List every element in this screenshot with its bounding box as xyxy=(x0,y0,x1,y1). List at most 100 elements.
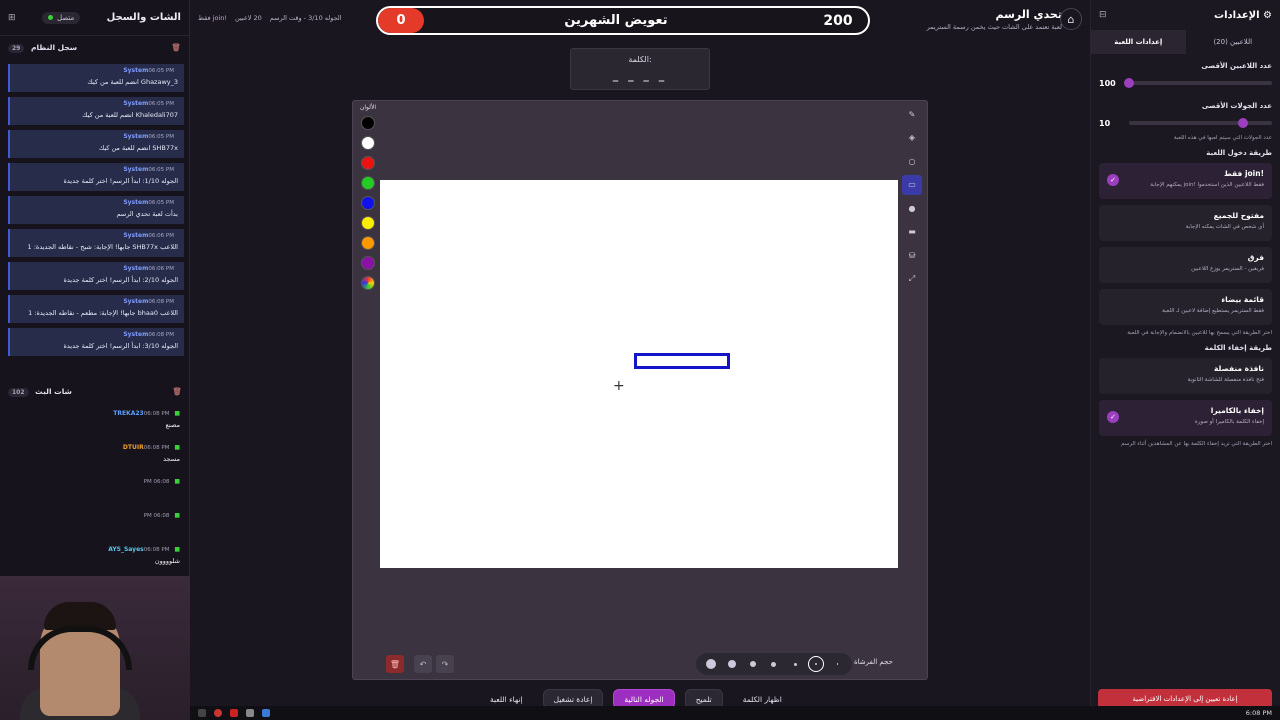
clock: 6:08 PM xyxy=(1245,709,1272,717)
brush-size-min[interactable] xyxy=(829,656,845,672)
left-panel-header: ⊞ متصل الشات والسجل xyxy=(0,0,189,36)
setting-option[interactable]: إخفاء بالكاميرا إخفاء الكلمة بالكاميرا أو… xyxy=(1099,400,1272,436)
round-info: الجوله 3/10 - وقت الرسم 20 لاعبين !join … xyxy=(198,14,342,22)
redo-icon[interactable]: ↷ xyxy=(436,655,454,673)
broadcast-chat-list[interactable]: ■ TREKA2306:08 PM مصنع ■ DTUIR06:08 PM مسجد… xyxy=(0,408,190,578)
pencil-icon[interactable]: ✎ xyxy=(902,104,922,124)
app-icon[interactable] xyxy=(262,709,270,717)
setting-option[interactable]: مفتوح للجميع أي شخص في الشات يمكنه الإجاب… xyxy=(1099,205,1272,241)
crosshair-cursor-icon: + xyxy=(613,378,625,394)
setting-option[interactable]: فرق فريقين - الستريمر يوزع اللاعبين xyxy=(1099,247,1272,283)
round-status: الجوله 3/10 - وقت الرسم xyxy=(269,14,342,22)
color-swatch[interactable] xyxy=(361,236,375,250)
system-log-message: System06:08 PM اللاعب bhaa0 جابها! الإجاب… xyxy=(8,295,184,323)
colors-label: الألوان xyxy=(359,104,377,111)
brush-size-sm[interactable] xyxy=(766,656,782,672)
settings-header: ⊟ الإعدادات ⚙ xyxy=(1091,0,1280,30)
max-rounds-hint: عدد الجولات التي سيتم لعبها في هذه اللعب… xyxy=(1173,135,1272,141)
max-players-value: 100 xyxy=(1099,78,1116,88)
color-swatch[interactable] xyxy=(361,116,375,130)
tab-players[interactable]: اللاعبين (20) xyxy=(1186,30,1280,54)
score-bar: 0 تعويض الشهرين 200 xyxy=(376,6,870,35)
chat-message: ■ AYS_Sayes06:08 PM شلوووون xyxy=(108,546,180,565)
game-header: تحدي الرسم لعبة تعتمد على الشات حيث يخمن… xyxy=(927,8,1062,31)
color-palette: الألوان xyxy=(356,104,380,296)
brush-size-selected[interactable] xyxy=(808,656,825,672)
slider-thumb[interactable] xyxy=(1124,78,1134,88)
setting-option[interactable]: !join فقط فقط اللاعبين الذين استخدموا !jo… xyxy=(1099,163,1272,199)
color-swatch[interactable] xyxy=(361,156,375,170)
entry-hint: اختر الطريقة التي يسمح بها للاعبين بالان… xyxy=(1127,330,1272,336)
hide-method-label: طريقة إخفاء الكلمة xyxy=(1204,344,1272,352)
panel-toggle-icon[interactable]: ⊟ xyxy=(1099,10,1107,20)
trash-icon[interactable]: 🗑 xyxy=(171,43,181,52)
broadcast-chat-title: شات البث xyxy=(35,386,72,396)
max-players-slider[interactable] xyxy=(1124,78,1272,88)
check-icon: ✓ xyxy=(1107,411,1119,423)
circle-tool-icon[interactable]: ○ xyxy=(902,151,922,171)
drawing-canvas[interactable]: + xyxy=(380,180,898,568)
webcam-overlay xyxy=(0,576,190,720)
connection-badge: متصل xyxy=(41,11,81,24)
eraser-icon[interactable]: ◈ xyxy=(902,128,922,148)
app-icon[interactable] xyxy=(198,709,206,717)
rectangle-tool-icon[interactable]: ▭ xyxy=(902,174,922,195)
system-log-message: System06:05 PM الجوله 1/10: ابدأ الرسم! ا… xyxy=(8,163,184,191)
fill-bucket-icon[interactable]: ⛁ xyxy=(902,245,922,265)
broadcast-chat-header: 🗑 شات البث 102 xyxy=(0,380,190,402)
canvas-controls: 🗑 ↶ ↷ حجم الفرشاة xyxy=(384,653,924,675)
broadcast-chat-count: 102 xyxy=(8,387,29,397)
app-icon[interactable] xyxy=(214,709,222,717)
home-icon[interactable]: ⌂ xyxy=(1060,8,1082,30)
clear-canvas-icon[interactable]: 🗑 xyxy=(386,655,404,673)
game-title: تحدي الرسم xyxy=(995,8,1062,21)
app-icon[interactable] xyxy=(230,709,238,717)
color-swatch[interactable] xyxy=(361,256,375,270)
color-swatch[interactable] xyxy=(361,136,375,150)
filled-rect-icon[interactable]: ▬ xyxy=(902,222,922,242)
color-swatch[interactable] xyxy=(361,176,375,190)
slider-thumb[interactable] xyxy=(1238,118,1249,128)
settings-title: الإعدادات ⚙ xyxy=(1214,9,1272,21)
tab-game-settings[interactable]: إعدادات اللعبة xyxy=(1091,30,1186,54)
system-log-list[interactable]: System06:05 PM Ghazawy_3 انضم للعبة من كي… xyxy=(8,64,184,370)
taskbar: 6:08 PM xyxy=(190,706,1280,720)
app-icon[interactable] xyxy=(246,709,254,717)
color-swatch[interactable] xyxy=(361,216,375,230)
kick-icon xyxy=(47,15,53,20)
entry-method-label: طريقة دخول اللعبة xyxy=(1206,149,1272,157)
setting-option[interactable]: قائمة بيضاء فقط الستريمر يستطيع إضافة لاع… xyxy=(1099,289,1272,325)
setting-option[interactable]: نافذة منفصلة فتح نافذة منفصلة للشاشة الثا… xyxy=(1099,358,1272,394)
left-panel-title: الشات والسجل xyxy=(106,12,181,23)
settings-tabs: إعدادات اللعبة اللاعبين (20) xyxy=(1091,30,1280,54)
check-icon: ✓ xyxy=(1107,174,1119,186)
brush-size-xs[interactable] xyxy=(787,656,803,672)
hide-hint: اختر الطريقة التي تريد إخفاء الكلمة بها … xyxy=(1121,441,1272,447)
system-log-message: System06:05 PM SHB77x انضم للعبة من كيك xyxy=(8,130,184,158)
max-players-label: عدد اللاعبين الأقصى xyxy=(1201,62,1272,70)
filled-circle-icon[interactable]: ● xyxy=(902,198,922,218)
max-rounds-slider[interactable] xyxy=(1129,118,1272,128)
chat-message: ■ 06:08 PM xyxy=(143,512,180,519)
brush-size-xl[interactable] xyxy=(703,656,719,672)
line-tool-icon[interactable]: ⤢ xyxy=(902,269,922,289)
hide-options: نافذة منفصلة فتح نافذة منفصلة للشاشة الثا… xyxy=(1091,358,1280,436)
word-label: الكلمة: xyxy=(628,55,652,64)
right-score: 200 xyxy=(823,12,853,29)
system-log-message: System06:08 PM الجوله 3/10: ابدأ الرسم! ا… xyxy=(8,328,184,356)
word-blanks: _ _ _ _ xyxy=(612,69,668,82)
custom-color-picker-icon[interactable] xyxy=(361,276,375,290)
players-count: 20 لاعبين xyxy=(234,14,262,22)
system-log-header: 🗑 سجل النظام 29 xyxy=(0,36,189,58)
collapse-icon[interactable]: ⊞ xyxy=(8,13,16,23)
brush-size-lg[interactable] xyxy=(724,656,740,672)
undo-icon[interactable]: ↶ xyxy=(414,655,432,673)
trash-icon[interactable]: 🗑 xyxy=(172,387,182,396)
brush-size-md[interactable] xyxy=(745,656,761,672)
color-swatch[interactable] xyxy=(361,196,375,210)
gear-icon: ⚙ xyxy=(1263,9,1272,21)
system-log-message: System06:06 PM الجوله 2/10: ابدأ الرسم! ا… xyxy=(8,262,184,290)
chat-message: ■ 06:08 PM xyxy=(143,478,180,485)
tool-bar: ✎ ◈ ○ ▭ ● ▬ ⛁ ⤢ xyxy=(902,104,922,292)
current-word: تعويض الشهرين xyxy=(564,13,668,28)
